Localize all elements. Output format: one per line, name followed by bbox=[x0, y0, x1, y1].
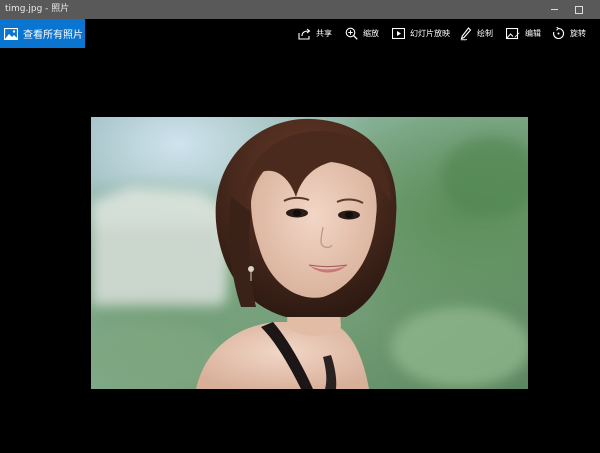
slideshow-label: 幻灯片放映 bbox=[410, 29, 450, 38]
photo-icon bbox=[4, 27, 18, 40]
view-all-photos-label: 查看所有照片 bbox=[23, 30, 83, 41]
share-button[interactable]: 共享 bbox=[298, 19, 332, 48]
zoom-button[interactable]: 缩放 bbox=[345, 19, 379, 48]
rotate-label: 旋转 bbox=[570, 29, 586, 38]
draw-button[interactable]: 绘制 bbox=[460, 19, 493, 48]
title-bar: timg.jpg - 照片 bbox=[0, 0, 600, 19]
rotate-button[interactable]: 旋转 bbox=[552, 19, 586, 48]
share-icon bbox=[298, 28, 311, 40]
slideshow-button[interactable]: 幻灯片放映 bbox=[392, 19, 450, 48]
rotate-icon bbox=[553, 27, 565, 40]
edit-button[interactable]: 编辑 bbox=[506, 19, 541, 48]
edit-label: 编辑 bbox=[525, 29, 541, 38]
minimize-button[interactable] bbox=[540, 0, 568, 19]
zoom-icon bbox=[345, 27, 358, 40]
maximize-icon bbox=[575, 5, 583, 14]
portrait-photo bbox=[91, 117, 528, 389]
share-label: 共享 bbox=[316, 29, 332, 38]
edit-image-icon bbox=[506, 27, 520, 39]
view-all-photos-button[interactable]: 查看所有照片 bbox=[0, 19, 85, 48]
minimize-icon bbox=[550, 9, 558, 10]
pen-icon bbox=[460, 26, 472, 40]
draw-label: 绘制 bbox=[477, 29, 493, 38]
photo-viewer-image[interactable] bbox=[91, 117, 528, 389]
maximize-button[interactable] bbox=[565, 0, 593, 19]
slideshow-icon bbox=[392, 28, 405, 39]
window-title: timg.jpg - 照片 bbox=[5, 4, 70, 14]
toolbar: 查看所有照片 共享 缩放 幻灯片放映 绘制 编辑 旋转 bbox=[0, 19, 600, 48]
zoom-label: 缩放 bbox=[363, 29, 379, 38]
